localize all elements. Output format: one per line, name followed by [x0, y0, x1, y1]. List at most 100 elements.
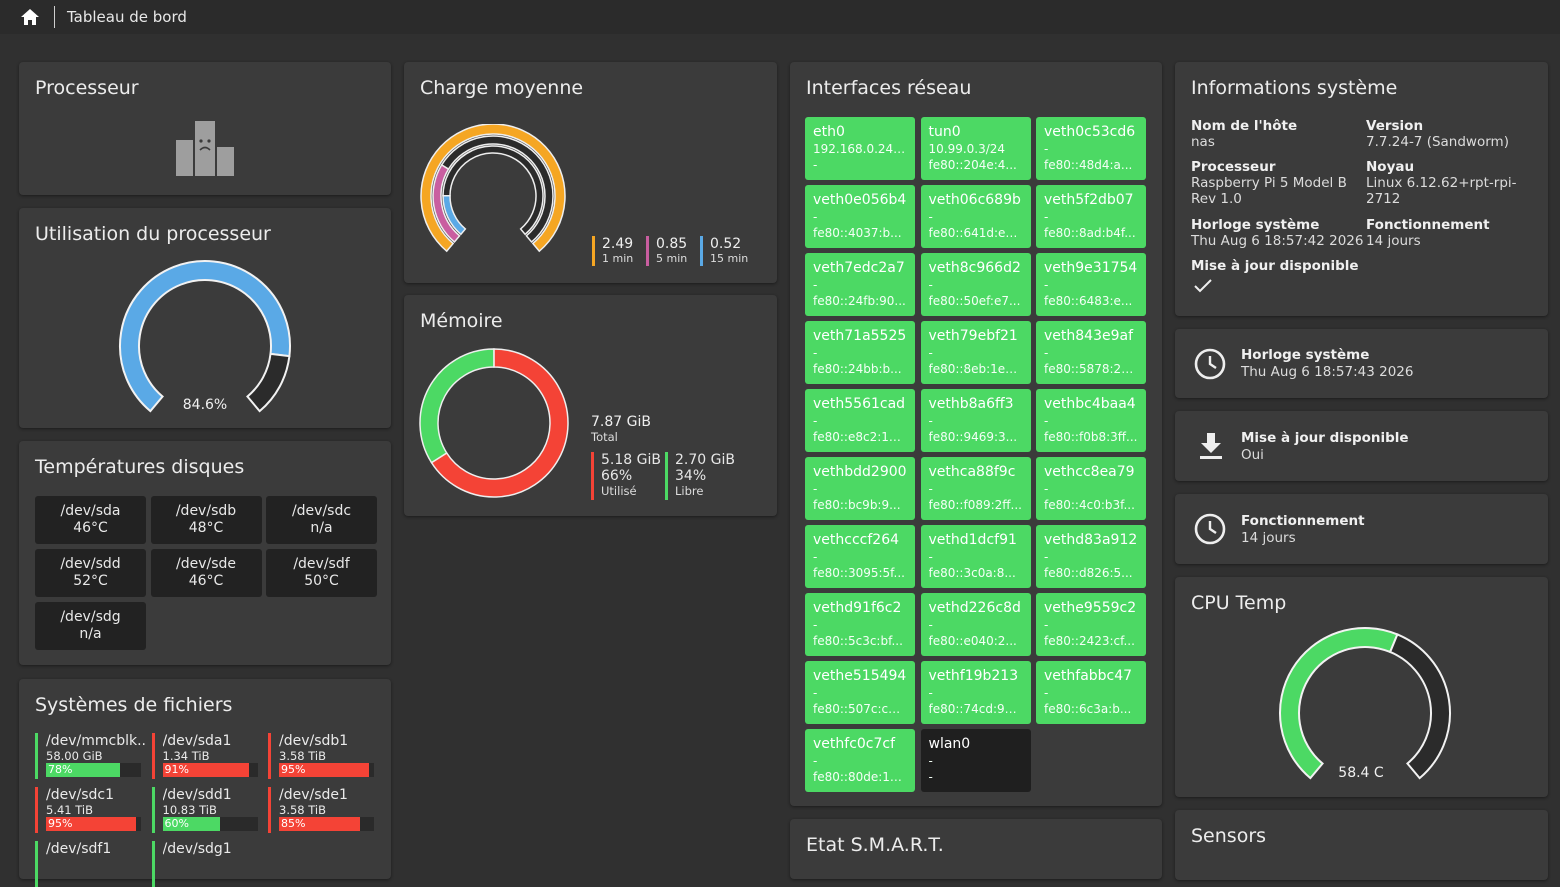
processor-card: Processeur — [19, 62, 391, 195]
interface-name: vethcc8ea79 — [1044, 464, 1135, 480]
card-title: Interfaces réseau — [806, 77, 972, 99]
home-icon[interactable] — [20, 7, 42, 27]
interface-ipv6: - — [813, 158, 818, 172]
version-value: 7.7.24-7 (Sandworm) — [1366, 134, 1509, 150]
network-interface-vethfabbc47[interactable]: vethfabbc47- fe80::6c3a:b... — [1036, 661, 1146, 724]
interface-ipv6: fe80::6483:e... — [1044, 294, 1133, 308]
disk-temperature: n/a — [79, 626, 102, 642]
clock-value: Thu Aug 6 18:57:42 2026 — [1191, 233, 1364, 249]
disk-temperature: 50°C — [304, 573, 339, 589]
network-interface-vethbc4baa4[interactable]: vethbc4baa4- fe80::f0b8:3ff... — [1036, 389, 1146, 452]
disk-temp-cell: /dev/sdc n/a — [266, 496, 377, 544]
interface-ipv4: - — [928, 210, 933, 224]
uptime-card: Fonctionnement 14 jours — [1175, 494, 1548, 564]
clock-icon — [1194, 513, 1226, 545]
network-interface-veth06c689b[interactable]: veth06c689b-fe80::641d:e7... — [920, 185, 1031, 248]
clock-icon — [1194, 348, 1226, 380]
interface-ipv4: 10.99.0.3/24 — [928, 142, 1006, 156]
disk-device: /dev/sdf — [293, 556, 350, 572]
version-label: Version — [1366, 118, 1424, 134]
filesystem-usage-fill: 85% — [279, 817, 360, 831]
network-interface-vethd226c8d[interactable]: vethd226c8d - fe80::e040:2... — [920, 593, 1031, 656]
interface-ipv6: fe80::8ad:b4f... — [1044, 226, 1136, 240]
network-interface-veth7edc2a7[interactable]: veth7edc2a7- fe80::24fb:90... — [805, 253, 915, 316]
network-interface-vethb8a6ff3[interactable]: vethb8a6ff3- fe80::9469:3... — [920, 389, 1031, 452]
network-interface-veth0e056b4[interactable]: veth0e056b4- fe80::4037:b... — [805, 185, 915, 248]
interface-ipv6: fe80::2423:cf... — [1044, 634, 1135, 648]
cpu-usage-value: 84.6% — [182, 397, 228, 413]
network-interface-veth5f2db07[interactable]: veth5f2db07- fe80::8ad:b4f... — [1036, 185, 1146, 248]
filesystem-usage-bar: 78% — [46, 763, 141, 777]
interface-ipv6: fe80::f0b8:3ff... — [1044, 430, 1138, 444]
sensors-card: Sensors — [1175, 810, 1548, 880]
disk-temp-cell: /dev/sdd 52°C — [35, 549, 146, 597]
network-interface-vethbdd2900[interactable]: vethbdd2900- fe80::bc9b:9... — [805, 457, 915, 520]
interface-ipv6: fe80::641d:e7... — [928, 226, 1023, 240]
memory-used: 5.18 GiB 66% Utilisé — [591, 452, 661, 500]
network-interface-veth71a5525[interactable]: veth71a5525- fe80::24bb:b... — [805, 321, 915, 384]
interface-name: vethca88f9c — [928, 464, 1016, 480]
memory-free: 2.70 GiB 34% Libre — [665, 452, 735, 500]
disk-temps-card: Températures disques /dev/sda 46°C/dev/sd… — [19, 441, 391, 665]
interface-name: vethf19b213 — [928, 668, 1019, 684]
network-interface-vethd83a912[interactable]: vethd83a912- fe80::d826:5... — [1036, 525, 1146, 588]
card-title: Systèmes de fichiers — [35, 694, 233, 716]
disk-temperature: 52°C — [73, 573, 108, 589]
network-interface-veth0c53cd6[interactable]: veth0c53cd6- fe80::48d4:a... — [1036, 117, 1146, 180]
interface-ipv4: - — [1044, 142, 1049, 156]
uptime-card-value: 14 jours — [1241, 530, 1296, 546]
update-card-title: Mise à jour disponible — [1241, 430, 1409, 446]
network-interface-vethcc8ea79[interactable]: vethcc8ea79- fe80::4c0:b3f... — [1036, 457, 1146, 520]
uptime-card-title: Fonctionnement — [1241, 513, 1365, 529]
uptime-label: Fonctionnement — [1366, 217, 1490, 233]
network-interface-veth5561cad[interactable]: veth5561cad - fe80::e8c2:11f... — [805, 389, 915, 452]
network-interface-vethca88f9c[interactable]: vethca88f9c - fe80::f089:2ff... — [920, 457, 1031, 520]
interface-ipv4: - — [928, 550, 933, 564]
cpu-usage-card: Utilisation du processeur 84.6% — [19, 208, 391, 428]
interface-ipv6: fe80::74cd:9e... — [928, 702, 1023, 716]
network-interface-veth9e31754[interactable]: veth9e31754- fe80::6483:e... — [1036, 253, 1146, 316]
network-interface-vethcccf264[interactable]: vethcccf264- fe80::3095:5f... — [805, 525, 915, 588]
filesystem-item: /dev/sdc1 5.41 TiB 95% — [35, 787, 147, 833]
card-title: Utilisation du processeur — [35, 223, 271, 245]
update-card-value: Oui — [1241, 447, 1264, 463]
interface-name: wlan0 — [928, 736, 971, 752]
network-interface-wlan0[interactable]: wlan0 - - — [920, 729, 1031, 792]
interface-name: vethd1dcf91 — [928, 532, 1017, 548]
network-interface-vethd91f6c2[interactable]: vethd91f6c2- fe80::5c3c:bf... — [805, 593, 915, 656]
disk-device: /dev/sdg — [60, 609, 121, 625]
network-interface-vethf19b213[interactable]: vethf19b213- fe80::74cd:9e... — [920, 661, 1031, 724]
filesystem-usage-bar: 95% — [46, 817, 141, 831]
interface-ipv6: fe80::8eb:1eff... — [928, 362, 1023, 376]
filesystem-item: /dev/sdf1 — [35, 841, 147, 887]
breadcrumb[interactable]: Tableau de bord — [67, 8, 187, 26]
network-interface-vethfc0c7cf[interactable]: vethfc0c7cf - fe80::80de:10... — [805, 729, 915, 792]
top-bar: Tableau de bord — [0, 0, 1560, 34]
filesystem-item: /dev/sdg1 — [151, 841, 264, 887]
interface-ipv4: - — [813, 278, 818, 292]
interface-name: vethb8a6ff3 — [928, 396, 1014, 412]
interface-name: veth06c689b — [928, 192, 1021, 208]
filesystem-name: /dev/sdg1 — [162, 841, 232, 857]
filesystem-name: /dev/sda1 — [162, 733, 232, 749]
cpu-label: Processeur — [1191, 159, 1276, 175]
card-title: Mémoire — [420, 310, 503, 332]
network-interface-veth8c966d2[interactable]: veth8c966d2- fe80::50ef:e7... — [920, 253, 1031, 316]
download-icon — [1200, 433, 1222, 459]
network-interface-veth843e9af[interactable]: veth843e9af - fe80::5878:2e... — [1036, 321, 1146, 384]
interface-name: veth79ebf21 — [928, 328, 1018, 344]
network-interface-veth79ebf21[interactable]: veth79ebf21- fe80::8eb:1eff... — [920, 321, 1031, 384]
network-interface-eth0[interactable]: eth0 192.168.0.241/... - — [805, 117, 915, 180]
interface-name: veth9e31754 — [1044, 260, 1138, 276]
disk-temperature: 48°C — [188, 520, 224, 536]
memory-free-value: 2.70 GiB — [675, 452, 735, 468]
network-interface-vethe9559c2[interactable]: vethe9559c2- fe80::2423:cf... — [1036, 593, 1146, 656]
network-interface-tun0[interactable]: tun0 10.99.0.3/24 fe80::204e:4... — [920, 117, 1031, 180]
network-interface-vethe515494[interactable]: vethe515494- fe80::507c:c1f... — [805, 661, 915, 724]
interface-name: eth0 — [813, 124, 845, 140]
load-label: 15 min — [710, 252, 749, 265]
interface-ipv4: - — [813, 550, 818, 564]
interface-ipv6: fe80::bc9b:9... — [813, 498, 901, 512]
filesystem-name: /dev/sdb1 — [279, 733, 349, 749]
network-interface-vethd1dcf91[interactable]: vethd1dcf91- fe80::3c0a:8... — [920, 525, 1031, 588]
